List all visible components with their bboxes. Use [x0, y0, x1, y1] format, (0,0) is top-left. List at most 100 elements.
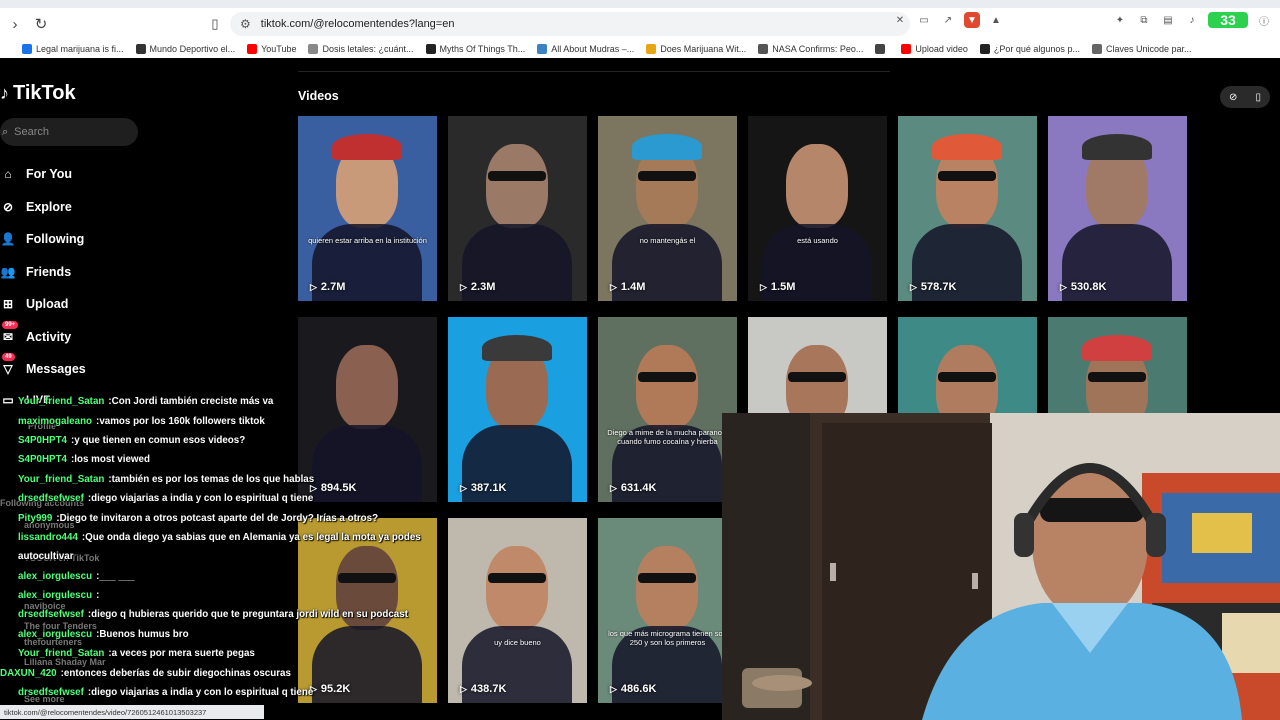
status-url: tiktok.com/@relocomentendes/video/726051…	[0, 705, 264, 719]
music-icon[interactable]: ♪	[1184, 12, 1200, 28]
forward-icon[interactable]: ›	[4, 13, 26, 35]
video-card[interactable]: ▷ 2.3M	[448, 116, 587, 301]
chat-message: S4P0HPT4: y que tienen en comun esos vid…	[0, 431, 440, 450]
thumbnail-sunglasses	[1088, 372, 1146, 382]
bookmark-label: ¿Por qué algunos p...	[993, 44, 1080, 54]
video-caption: quieren estar arriba en la institución	[308, 236, 427, 245]
puzzle-icon[interactable]: ✦	[1112, 12, 1128, 28]
video-caption: uy dice bueno	[494, 638, 541, 647]
video-card[interactable]: Diego a mime de la mucha paranoia cuando…	[598, 317, 737, 502]
video-card[interactable]: ▷ 578.7K	[898, 116, 1037, 301]
bookmark-item[interactable]: Upload video	[901, 44, 968, 54]
bookmark-item[interactable]: All About Mudras –...	[537, 44, 634, 54]
brave-shield-icon[interactable]: ▼	[964, 12, 980, 28]
video-caption: no mantengás el	[639, 236, 696, 245]
bookmark-item[interactable]	[875, 44, 889, 54]
chat-text: Que onda diego ya sabias que en Alemania…	[85, 531, 421, 543]
nav-item-explore[interactable]: ⊘ Explore	[0, 191, 86, 224]
info-icon[interactable]: ⓘ	[1256, 12, 1272, 28]
counter-extension-badge[interactable]: 33	[1208, 12, 1248, 28]
chat-text: diego q hubieras querido que te pregunta…	[91, 609, 408, 621]
bookmark-label: All About Mudras –...	[551, 44, 635, 54]
thumbnail-sunglasses	[938, 372, 996, 382]
video-card[interactable]: está usando ▷ 1.5M	[748, 116, 887, 301]
play-icon: ▷	[460, 281, 467, 292]
bookmark-favicon-icon	[135, 44, 146, 54]
view-count: ▷ 631.4K	[610, 482, 656, 494]
bookmark-item[interactable]: Dosis letales: ¿cuánt...	[308, 44, 414, 54]
chat-text: autocultivar	[18, 551, 74, 563]
device-icon[interactable]: ▯	[1255, 92, 1261, 103]
search-icon: ⌕	[2, 125, 9, 138]
chat-message: alex_iorgulescu: ___ ___	[0, 567, 440, 586]
nav-item-messages[interactable]: ▽ 49 Messages	[0, 353, 86, 386]
bookmark-item[interactable]: Mundo Deportivo el...	[135, 44, 236, 54]
bookmark-item[interactable]: YouTube	[247, 44, 296, 54]
bookmark-item[interactable]: ¿Por qué algunos p...	[979, 44, 1080, 54]
chat-username: Pity999	[18, 512, 53, 524]
reload-icon[interactable]: ↻	[30, 13, 52, 35]
chat-text: también es por los temas de los que habl…	[111, 473, 315, 485]
url-field[interactable]: ⚙ tiktok.com/@relocomentendes?lang=en	[230, 12, 910, 36]
chat-username: drsedfsefwsef	[18, 609, 84, 621]
bookmarks-bar: Legal marijuana is fi... Mundo Deportivo …	[0, 40, 1280, 58]
nav-item-friends[interactable]: 👥 Friends	[0, 256, 86, 289]
bookmark-label: Mundo Deportivo el...	[149, 44, 236, 54]
notification-badge: 99+	[2, 320, 19, 329]
extensions-icon[interactable]: ⧉	[1136, 12, 1152, 28]
nav-item-upload[interactable]: ⊞ Upload	[0, 288, 86, 321]
sidebar-icon[interactable]: ▤	[1160, 12, 1176, 28]
video-card[interactable]: ▷ 387.1K	[448, 317, 587, 502]
chat-text: y que tienen en comun esos videos?	[74, 434, 246, 446]
nav-item-label: Explore	[26, 199, 72, 214]
search-input[interactable]: ⌕ Search	[0, 118, 138, 146]
chat-separator: :	[96, 590, 100, 602]
video-card[interactable]: no mantengás el ▷ 1.4M	[598, 116, 737, 301]
site-settings-icon[interactable]: ⚙	[240, 17, 251, 31]
bookmark-item[interactable]: Does Marijuana Wit...	[646, 44, 746, 54]
tiktok-logo[interactable]: ♪ TikTok	[0, 82, 76, 105]
chat-message: drsedfsefwsef: diego q hubieras querido …	[0, 605, 440, 624]
video-card[interactable]: ▷ 530.8K	[1048, 116, 1187, 301]
play-icon: ▷	[610, 683, 617, 694]
bookmark-favicon-icon	[247, 44, 258, 54]
compass-icon[interactable]: ⊘	[1229, 92, 1237, 103]
bookmark-label: Dosis letales: ¿cuánt...	[322, 44, 414, 54]
thumbnail-face	[636, 345, 698, 429]
view-count-value: 486.6K	[620, 683, 657, 695]
video-caption: Diego a mime de la mucha paranoia cuando…	[607, 428, 728, 446]
chat-username: Your_friend_Satan	[18, 648, 105, 660]
video-card[interactable]: los que más micrograma tienen son 250 y …	[598, 518, 737, 703]
chat-message: alex_iorgulescu:	[0, 586, 440, 605]
bookmark-favicon-icon	[758, 44, 769, 54]
screenshot-icon[interactable]: ▭	[916, 12, 932, 28]
nav-item-activity[interactable]: ✉ 99+ Activity	[0, 320, 86, 354]
bookmark-label: NASA Confirms: Peo...	[772, 44, 864, 54]
video-card[interactable]: quieren estar arriba en la institución ▷ 2…	[298, 116, 437, 301]
share-icon[interactable]: ↗	[940, 12, 956, 28]
url-text: tiktok.com/@relocomentendes?lang=en	[260, 18, 455, 30]
read-aloud-icon[interactable]: ✕	[892, 12, 908, 28]
extension-icon[interactable]: ▲	[988, 12, 1004, 28]
play-icon: ▷	[310, 281, 317, 292]
bookmark-item[interactable]: Claves Unicode par...	[1091, 44, 1192, 54]
screen: › ↻ ▯ ⚙ tiktok.com/@relocomentendes?lang…	[0, 0, 1280, 720]
bookmark-favicon-icon	[979, 44, 990, 54]
play-icon: ▷	[460, 482, 467, 493]
bookmark-item[interactable]: NASA Confirms: Peo...	[758, 44, 863, 54]
view-count-value: 2.7M	[320, 281, 346, 293]
video-card[interactable]: uy dice bueno ▷ 438.7K	[448, 518, 587, 703]
nav-item-following[interactable]: 👤 Following	[0, 223, 86, 256]
chat-username: DAXUN_420	[0, 667, 57, 679]
thumbnail-hat	[932, 134, 1002, 160]
thumbnail-hat	[482, 335, 552, 361]
bookmark-item[interactable]: Myths Of Things Th...	[425, 44, 525, 54]
thumbnail-sunglasses	[638, 372, 696, 382]
activity-icon: ✉	[2, 329, 14, 344]
bookmark-page-icon[interactable]: ▯	[204, 13, 226, 35]
view-count-value: 631.4K	[620, 482, 657, 494]
bookmark-item[interactable]: Legal marijuana is fi...	[22, 44, 124, 54]
thumbnail-sunglasses	[638, 171, 696, 181]
nav-item-for-you[interactable]: ⌂ For You	[0, 158, 86, 191]
thumbnail-hat	[1082, 335, 1152, 361]
